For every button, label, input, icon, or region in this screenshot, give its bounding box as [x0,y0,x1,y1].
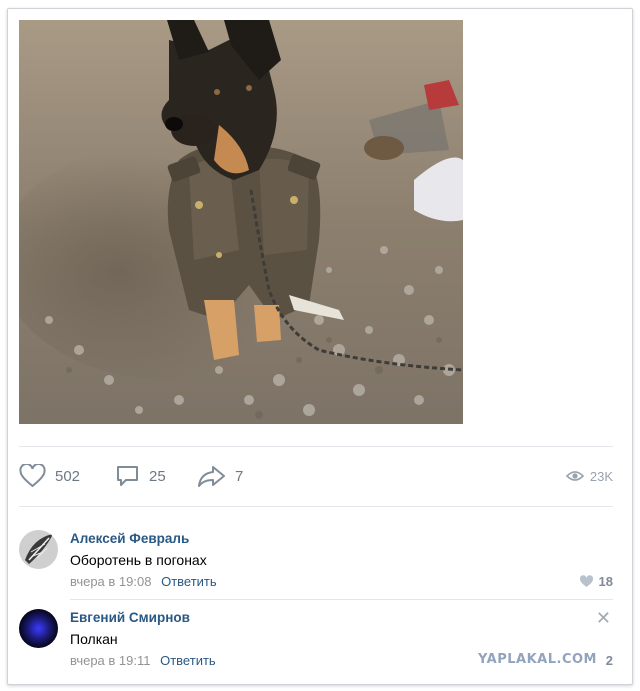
comment-meta: вчера в 19:11 Ответить [70,653,216,668]
avatar[interactable] [19,609,58,648]
comment-time[interactable]: вчера в 19:11 [70,653,150,668]
views-counter: 23K [565,458,613,494]
comment-author[interactable]: Алексей Февраль [70,531,189,546]
share-arrow-icon [198,466,225,487]
photo-divider [19,446,613,447]
like-count: 502 [55,467,81,485]
comment-text: Оборотень в погонах [70,552,207,568]
post-actions: 502 25 7 23K [19,458,617,494]
comment-like-button[interactable]: 2 [606,653,613,668]
feather-avatar-icon [19,530,58,569]
comment-time[interactable]: вчера в 19:08 [70,574,151,589]
comment-item: Алексей Февраль Оборотень в погонах вчер… [19,528,613,592]
comment-text: Полкан [70,631,118,647]
comment-like-button[interactable]: 18 [579,574,613,589]
heart-icon [579,575,593,587]
eye-icon [565,471,584,481]
comment-icon [117,466,138,486]
views-count: 23K [589,468,613,484]
reply-button[interactable]: Ответить [161,574,217,589]
close-icon[interactable]: ✕ [596,609,611,627]
comment-author[interactable]: Евгений Смирнов [70,610,190,625]
share-count: 7 [235,467,244,485]
watermark: YAPLAKAL.COM [478,652,597,667]
dog-photo-image [19,20,463,424]
post-photo[interactable] [19,20,463,424]
comment-like-count: 2 [605,653,613,668]
heart-icon [19,464,46,488]
blue-glow-avatar-icon [19,609,58,648]
comment-button[interactable]: 25 [115,458,166,494]
comment-divider [70,599,613,600]
actions-divider [19,506,613,507]
comment-like-count: 18 [598,574,613,589]
comment-meta: вчера в 19:08 Ответить [70,574,217,589]
like-button[interactable]: 502 [19,458,80,494]
share-button[interactable]: 7 [197,458,243,494]
avatar[interactable] [19,530,58,569]
reply-button[interactable]: Ответить [160,653,216,668]
comment-count: 25 [149,467,166,485]
